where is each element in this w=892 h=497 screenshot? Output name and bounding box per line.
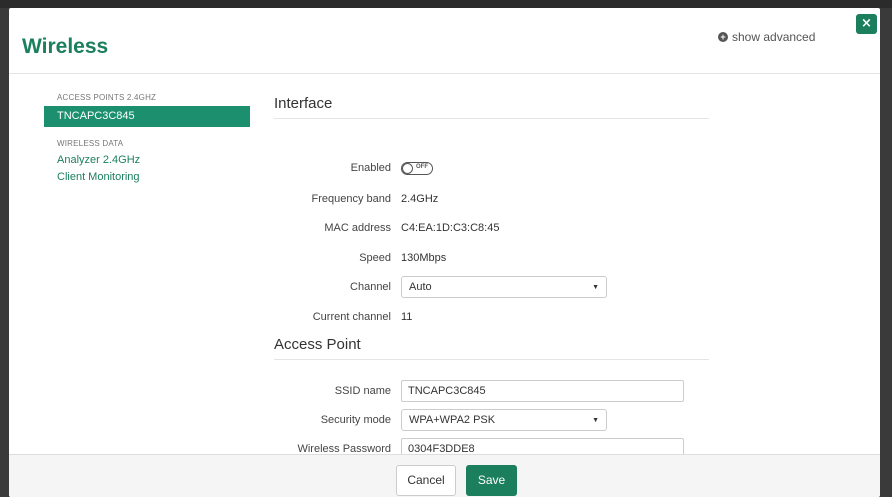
caret-down-icon: ▼ — [592, 283, 599, 291]
close-icon[interactable]: × — [856, 14, 877, 34]
sidebar-heading-access-points: ACCESS POINTS 2.4GHZ — [57, 93, 157, 102]
security-mode-select[interactable]: WPA+WPA2 PSK ▼ — [401, 409, 607, 431]
enabled-label: Enabled — [350, 162, 391, 174]
sidebar-item-client-monitoring[interactable]: Client Monitoring — [44, 169, 250, 186]
channel-label: Channel — [350, 281, 391, 293]
cancel-button[interactable]: Cancel — [396, 465, 456, 496]
frequency-value: 2.4GHz — [401, 193, 439, 205]
page-backdrop — [0, 0, 892, 8]
current-channel-label: Current channel — [312, 311, 391, 323]
show-advanced-label: show advanced — [732, 30, 816, 44]
current-channel-row: Current channel 11 — [274, 305, 709, 329]
toggle-state-text: OFF — [416, 163, 428, 170]
security-label: Security mode — [320, 414, 391, 426]
sidebar-heading-wireless-data: WIRELESS DATA — [57, 139, 124, 148]
show-advanced-link[interactable]: + show advanced — [718, 30, 815, 44]
frequency-label: Frequency band — [311, 193, 392, 205]
mac-label: MAC address — [324, 222, 391, 234]
security-row: Security mode WPA+WPA2 PSK ▼ — [274, 408, 709, 432]
sidebar: ACCESS POINTS 2.4GHZ TNCAPC3C845 WIRELES… — [44, 93, 250, 186]
save-button[interactable]: Save — [466, 465, 517, 496]
current-channel-value: 11 — [401, 311, 413, 323]
modal-header: Wireless + show advanced — [9, 8, 880, 74]
caret-down-icon: ▼ — [592, 416, 599, 424]
mac-value: C4:EA:1D:C3:C8:45 — [401, 222, 500, 234]
main-content: Interface Enabled OFF Frequency band 2.4… — [274, 91, 709, 460]
enabled-toggle[interactable]: OFF — [401, 161, 433, 175]
sidebar-item-access-point[interactable]: TNCAPC3C845 — [44, 106, 250, 127]
speed-row: Speed 130Mbps — [274, 246, 709, 270]
security-mode-value: WPA+WPA2 PSK — [409, 414, 496, 426]
modal-title: Wireless — [22, 35, 109, 58]
mac-row: MAC address C4:EA:1D:C3:C8:45 — [274, 216, 709, 240]
wireless-modal: Wireless + show advanced ACCESS POINTS 2… — [9, 8, 880, 497]
ssid-row: SSID name TNCAPC3C845 — [274, 379, 709, 403]
speed-label: Speed — [359, 252, 391, 264]
sidebar-item-analyzer[interactable]: Analyzer 2.4GHz — [44, 152, 250, 169]
ssid-label: SSID name — [334, 385, 391, 397]
frequency-row: Frequency band 2.4GHz — [274, 187, 709, 211]
modal-footer: Cancel Save — [9, 454, 880, 497]
channel-select-value: Auto — [409, 281, 432, 293]
channel-select[interactable]: Auto ▼ — [401, 276, 607, 298]
toggle-knob — [402, 162, 413, 174]
ssid-input[interactable]: TNCAPC3C845 — [401, 380, 684, 402]
section-title-interface: Interface — [274, 91, 709, 119]
plus-circle-icon: + — [718, 32, 728, 42]
enabled-row: Enabled OFF — [274, 156, 709, 180]
channel-row: Channel Auto ▼ — [274, 275, 709, 299]
speed-value: 130Mbps — [401, 252, 447, 264]
section-title-access-point: Access Point — [274, 332, 709, 360]
